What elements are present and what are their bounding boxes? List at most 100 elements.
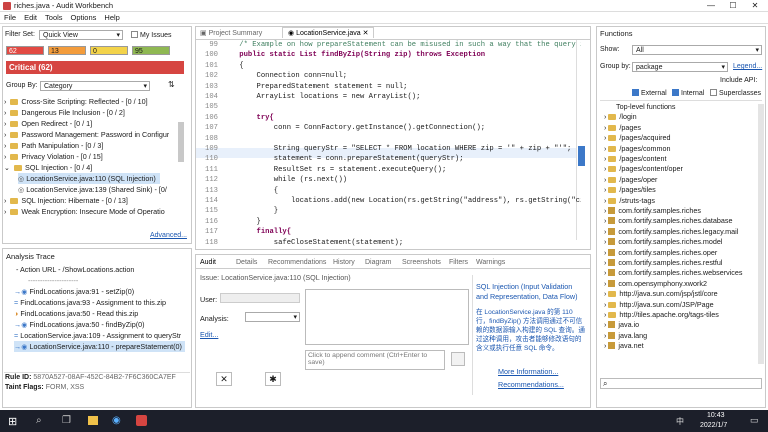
menu-file[interactable]: File xyxy=(0,12,20,23)
ime-indicator[interactable]: 中 xyxy=(676,416,684,427)
task-view-icon[interactable]: ❐ xyxy=(62,415,71,426)
superclasses-checkbox[interactable]: Superclasses xyxy=(710,89,761,97)
function-item[interactable]: › /pages/oper xyxy=(604,175,657,185)
divider xyxy=(472,275,473,395)
tab-project-summary[interactable]: ▣ Project Summary xyxy=(200,29,262,37)
trace-row-selected[interactable]: →◉ LocationService.java:110 - prepareSta… xyxy=(14,341,185,352)
group-by-select[interactable]: Category xyxy=(40,81,150,91)
add-comment-button[interactable] xyxy=(451,352,465,366)
tree-item-sql-110[interactable]: ◎ LocationService.java:110 (SQL Injectio… xyxy=(18,173,160,184)
tab-audit[interactable]: Audit xyxy=(200,259,216,266)
tree-item-privacy[interactable]: › Privacy Violation - [0 / 15] xyxy=(4,151,103,162)
function-item[interactable]: › com.fortify.samples.riches.webservices xyxy=(604,268,742,278)
trace-row[interactable]: ◑ FindLocations.java:50 - Read this.zip xyxy=(14,308,138,319)
function-item[interactable]: › com.fortify.samples.riches.model xyxy=(604,237,723,247)
windows-start-icon[interactable]: ⊞ xyxy=(8,415,17,428)
function-item[interactable]: › com.opensymphony.xwork2 xyxy=(604,279,707,289)
function-item[interactable]: › com.fortify.samples.riches.oper xyxy=(604,248,717,258)
minimize-button[interactable]: — xyxy=(700,0,722,12)
function-item[interactable]: › com.fortify.samples.riches.database xyxy=(604,216,733,226)
tree-item-password[interactable]: › Password Management: Password in Config… xyxy=(4,129,169,140)
function-item[interactable]: › com.fortify.samples.riches.restful xyxy=(604,258,723,268)
tab-warnings[interactable]: Warnings xyxy=(476,259,505,266)
tree-item-xss[interactable]: › Cross-Site Scripting: Reflected - [0 / … xyxy=(4,96,148,107)
trace-list: - Action URL - /ShowLocations.action ---… xyxy=(6,264,190,368)
maximize-button[interactable]: ☐ xyxy=(722,0,744,12)
function-item[interactable]: › /pages/content/oper xyxy=(604,164,683,174)
function-item[interactable]: › http://java.sun.com/jsp/jstl/core xyxy=(604,289,718,299)
tree-item-path[interactable]: › Path Manipulation - [0 / 3] xyxy=(4,140,103,151)
function-item[interactable]: › /struts-tags xyxy=(604,196,655,206)
notification-icon[interactable]: ▭ xyxy=(750,415,759,426)
tab-details[interactable]: Details xyxy=(236,259,257,266)
trace-row[interactable]: →◉ FindLocations.java:91 - setZip(0) xyxy=(14,286,134,297)
tab-recommendations[interactable]: Recommendations xyxy=(268,259,326,266)
function-item[interactable]: › http://java.sun.com/JSP/Page xyxy=(604,300,714,310)
function-item[interactable]: › java.lang xyxy=(604,331,647,341)
critical-header[interactable]: Critical (62) xyxy=(6,61,184,74)
function-item[interactable]: › /login xyxy=(604,112,637,122)
search-icon[interactable]: ⌕ xyxy=(36,415,42,426)
issues-scrollbar[interactable] xyxy=(178,122,184,162)
filter-set-select[interactable]: Quick View xyxy=(39,30,123,40)
tab-location-service[interactable]: ◉ LocationService.java ✕ xyxy=(282,27,375,38)
functions-scrollbar[interactable] xyxy=(758,104,764,364)
internal-checkbox[interactable]: Internal xyxy=(672,89,704,97)
tab-filters[interactable]: Filters xyxy=(449,259,468,266)
low-count-badge[interactable]: 95 xyxy=(132,46,170,55)
function-item[interactable]: › java.net xyxy=(604,341,644,351)
function-item[interactable]: › /pages xyxy=(604,123,641,133)
tree-item-hibernate[interactable]: › SQL Injection: Hibernate - [0 / 13] xyxy=(4,195,128,206)
tab-screenshots[interactable]: Screenshots xyxy=(402,259,441,266)
function-item[interactable]: Top-level functions xyxy=(604,102,676,112)
function-item[interactable]: › http://tiles.apache.org/tags-tiles xyxy=(604,310,719,320)
edit-link[interactable]: Edit... xyxy=(200,330,218,339)
audit-workbench-taskbar-icon[interactable] xyxy=(136,415,147,426)
tab-history[interactable]: History xyxy=(333,259,355,266)
clock-time[interactable]: 10:43 xyxy=(707,412,725,419)
tree-item-sql-139[interactable]: ◎ LocationService.java:139 (Shared Sink)… xyxy=(18,184,167,195)
menu-help[interactable]: Help xyxy=(100,12,123,23)
tree-item-weak-encryption[interactable]: › Weak Encryption: Insecure Mode of Opera… xyxy=(4,206,165,216)
menu-options[interactable]: Options xyxy=(67,12,101,23)
trace-row[interactable]: = FindLocations.java:93 - Assignment to … xyxy=(14,297,166,308)
group-by-functions-select[interactable]: package xyxy=(632,62,728,72)
analysis-select[interactable] xyxy=(245,312,300,322)
advanced-link[interactable]: Advanced... xyxy=(150,232,187,239)
suppress-button[interactable]: ✕ xyxy=(216,372,232,386)
external-checkbox[interactable]: External xyxy=(632,89,667,97)
function-item[interactable]: › /pages/tiles xyxy=(604,185,656,195)
functions-search-input[interactable]: ⌕ xyxy=(600,378,762,389)
show-select[interactable]: All xyxy=(632,45,762,55)
clock-date[interactable]: 2022/1/7 xyxy=(700,422,727,429)
bug-icon[interactable]: ✱ xyxy=(265,372,281,386)
menu-tools[interactable]: Tools xyxy=(41,12,67,23)
close-button[interactable]: ✕ xyxy=(744,0,766,12)
user-field[interactable] xyxy=(220,293,300,303)
function-item[interactable]: › /pages/content xyxy=(604,154,667,164)
medium-count-badge[interactable]: 0 xyxy=(90,46,128,55)
tree-item-open-redirect[interactable]: › Open Redirect - [0 / 1] xyxy=(4,118,92,129)
file-explorer-icon[interactable] xyxy=(88,416,98,425)
function-item[interactable]: › /pages/common xyxy=(604,144,671,154)
critical-count-badge[interactable]: 62 xyxy=(6,46,44,55)
tree-item-sql[interactable]: ⌄ SQL Injection - [0 / 4] xyxy=(4,162,92,173)
function-item[interactable]: › java.io xyxy=(604,320,639,330)
more-information-link[interactable]: More Information... xyxy=(498,367,558,376)
trace-row[interactable]: = LocationService.java:109 - Assignment … xyxy=(14,330,181,341)
my-issues-checkbox[interactable]: My Issues xyxy=(131,31,172,39)
high-count-badge[interactable]: 13 xyxy=(48,46,86,55)
function-item[interactable]: › /pages/acquired xyxy=(604,133,671,143)
menu-edit[interactable]: Edit xyxy=(20,12,41,23)
legend-link[interactable]: Legend... xyxy=(733,63,762,70)
function-item[interactable]: › com.fortify.samples.riches xyxy=(604,206,701,216)
function-item[interactable]: › com.fortify.samples.riches.legacy.mail xyxy=(604,227,738,237)
comment-input[interactable]: Click to append comment (Ctrl+Enter to s… xyxy=(305,350,445,370)
trace-row[interactable]: →◉ FindLocations.java:50 - findByZip(0) xyxy=(14,319,145,330)
recommendations-link[interactable]: Recommendations... xyxy=(498,380,564,389)
browser-icon[interactable]: ◉ xyxy=(112,415,121,426)
tree-item-file-inclusion[interactable]: › Dangerous File Inclusion - [0 / 2] xyxy=(4,107,125,118)
tab-diagram[interactable]: Diagram xyxy=(365,259,391,266)
sort-icon[interactable]: ⇅ xyxy=(168,80,175,89)
trace-row[interactable]: - Action URL - /ShowLocations.action xyxy=(16,264,134,275)
